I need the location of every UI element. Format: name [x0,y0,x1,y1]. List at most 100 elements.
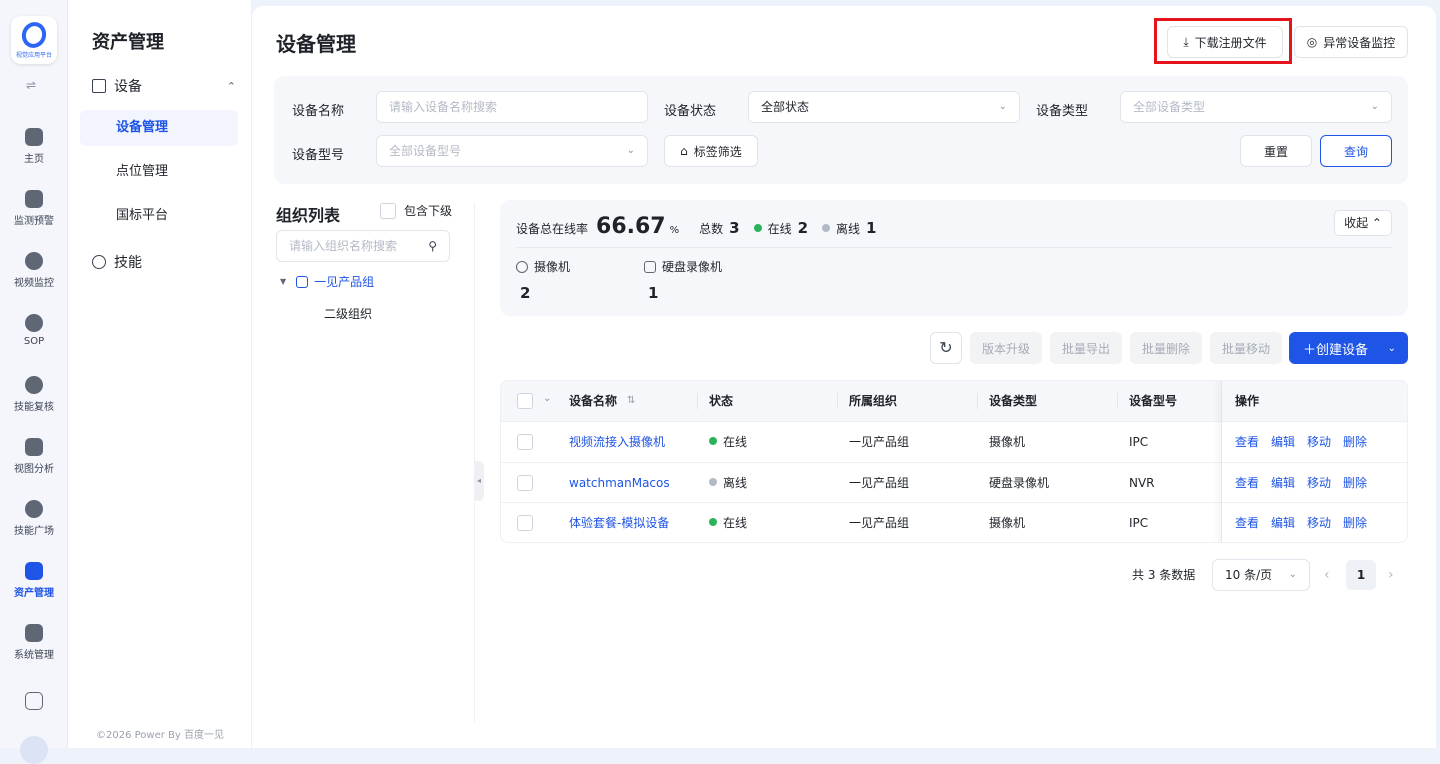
divider [516,247,1392,248]
download-register-file-button[interactable]: ⤓ 下载注册文件 [1167,26,1283,58]
main-panel: 设备管理 ⤓ 下载注册文件 ◎ 异常设备监控 设备名称 请输入设备名称搜索 设备… [252,6,1436,748]
tree-node-child[interactable]: 二级组织 [324,305,372,322]
menu-item-gb-platform[interactable]: 国标平台 [80,198,238,234]
device-table: ⌄ 设备名称 ⇅ 状态 所属组织 设备类型 设备型号 操作 视频流接入摄像机 在… [500,380,1408,543]
collapse-panel-icon[interactable]: ◂ [474,461,484,501]
batch-move-button[interactable]: 批量移动 [1210,332,1282,364]
online-rate-label: 设备总在线率 [516,222,589,236]
device-name-link[interactable]: 体验套餐-模拟设备 [569,503,669,542]
org-icon [296,275,309,288]
reset-button[interactable]: 重置 [1240,135,1312,167]
monitor-icon: ◎ [1306,35,1318,49]
version-upgrade-button[interactable]: 版本升级 [970,332,1042,364]
nav-label: 视图分析 [14,464,54,475]
org-list-title: 组织列表 [276,206,341,225]
chevron-down-icon: ⌄ [626,145,635,156]
device-type-select[interactable]: 全部设备类型 ⌄ [1120,91,1392,123]
stats-panel: 设备总在线率 66.67 % 总数 3 在线 2 离线 1 收起 ⌃ 摄像机 2… [500,200,1408,316]
nav-monitor-alert[interactable]: 监测预警 [0,190,68,227]
search-icon[interactable]: ⚲ [428,231,437,261]
row-checkbox[interactable] [517,434,533,450]
avatar[interactable] [20,736,48,764]
tag-filter-label: 标签筛选 [693,144,742,159]
offline-value: 1 [866,219,877,237]
page-size-select[interactable]: 10 条/页 ⌄ [1212,559,1310,591]
online-value: 2 [797,219,809,237]
nav-label: 技能广场 [14,526,54,537]
sop-icon [25,314,43,332]
device-status-select[interactable]: 全部状态 ⌄ [748,91,1020,123]
model-cell: IPC [1129,516,1149,530]
th-type: 设备类型 [989,394,1038,408]
refresh-icon[interactable]: ↻ [930,332,962,364]
tag-filter-button[interactable]: ⌂ 标签筛选 [664,135,758,167]
download-label: 下载注册文件 [1194,35,1267,50]
stat-nvr-value: 1 [648,284,659,302]
batch-delete-button[interactable]: 批量删除 [1130,332,1202,364]
model-cell: NVR [1129,476,1155,490]
nav-skill-square[interactable]: 技能广场 [0,500,68,537]
create-device-button[interactable]: ＋创建设备 ⌄ [1289,332,1408,364]
chevron-down-icon: ⌄ [998,101,1007,112]
nav-system-management[interactable]: 系统管理 [0,624,68,661]
status-text: 在线 [723,516,748,530]
nav-label: 视频监控 [14,278,54,289]
batch-export-button[interactable]: 批量导出 [1050,332,1122,364]
nav-home[interactable]: 主页 [0,128,68,165]
rail-toggle-icon[interactable]: ⇌ [26,78,36,92]
status-dot [709,518,717,526]
query-button[interactable]: 查询 [1320,135,1392,167]
chevron-down-icon[interactable]: ⌄ [1388,343,1396,354]
filter-name-label: 设备名称 [292,104,345,119]
nav-view-analysis[interactable]: 视图分析 [0,438,68,475]
menu-item-device-management[interactable]: 设备管理 [80,110,238,146]
checkbox[interactable] [380,202,396,219]
chevron-down-icon: ⌄ [1370,101,1379,112]
abnormal-label: 异常设备监控 [1323,35,1396,50]
tree-node-root[interactable]: ▼ 一见产品组 [280,273,374,290]
nav-label: 系统管理 [14,650,54,661]
device-name-link[interactable]: watchmanMacos [569,463,670,503]
org-cell: 一见产品组 [849,476,910,490]
nav-label: SOP [23,336,45,347]
org-search-input[interactable]: 请输入组织名称搜索 ⚲ [276,230,450,262]
menu-item-point-management[interactable]: 点位管理 [80,154,238,190]
nav-label: 资产管理 [14,588,54,599]
caret-down-icon[interactable]: ▼ [280,277,286,286]
include-children-checkbox[interactable]: 包含下级 [380,202,452,219]
online-dot [753,224,762,232]
row-checkbox[interactable] [517,475,533,491]
select-all-checkbox[interactable] [517,393,533,409]
device-name-input[interactable]: 请输入设备名称搜索 [376,91,648,123]
prev-page-icon[interactable]: ‹ [1324,560,1330,590]
ops-column-shadow [1221,381,1407,542]
page-number[interactable]: 1 [1346,560,1376,590]
org-search-placeholder: 请输入组织名称搜索 [289,239,398,253]
stats-summary: 设备总在线率 66.67 % 总数 3 在线 2 离线 1 [516,214,890,239]
status-select-value: 全部状态 [761,100,810,114]
abnormal-device-monitor-button[interactable]: ◎ 异常设备监控 [1294,26,1408,58]
collapse-stats-button[interactable]: 收起 ⌃ [1334,210,1392,236]
camera-icon [25,252,43,270]
nav-video-monitor[interactable]: 视频监控 [0,252,68,289]
next-page-icon[interactable]: › [1388,560,1394,590]
nav-asset-management[interactable]: 资产管理 [0,562,68,599]
th-org: 所属组织 [849,394,898,408]
status-cell: 在线 [709,503,748,542]
menu-group-device[interactable]: 设备 ⌃ [92,76,236,96]
nav-sop[interactable]: SOP [0,314,68,347]
sort-icon[interactable]: ⇅ [627,381,635,421]
chevron-down-icon[interactable]: ⌄ [543,393,551,404]
filter-panel: 设备名称 请输入设备名称搜索 设备状态 全部状态 ⌄ 设备类型 全部设备类型 ⌄ 设… [274,76,1408,184]
row-checkbox[interactable] [517,515,533,531]
device-model-select[interactable]: 全部设备型号 ⌄ [376,135,648,167]
page-title: 设备管理 [276,32,356,56]
device-name-link[interactable]: 视频流接入摄像机 [569,422,665,462]
column-divider [837,393,838,409]
stat-camera: 摄像机 [516,258,570,275]
menu-item-skills[interactable]: 技能 [92,252,142,272]
nav-skill-review[interactable]: 技能复核 [0,376,68,413]
online-label: 在线 [767,222,792,236]
nav-extra[interactable] [0,692,68,714]
app-logo[interactable]: 视觉应用平台 [11,16,57,64]
